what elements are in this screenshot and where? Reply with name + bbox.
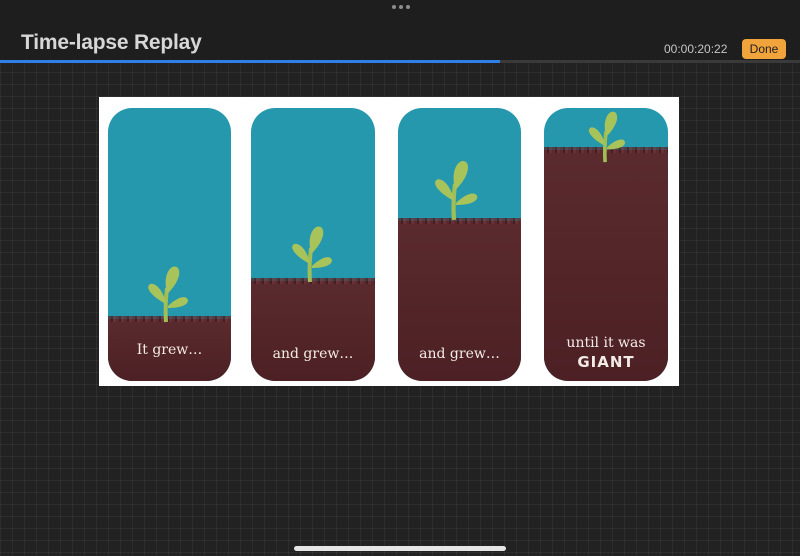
comic-panel-4: until it was GIANT: [544, 108, 668, 381]
sprout-icon: [588, 111, 626, 163]
top-bar: Time-lapse Replay 00:00:20:22 Done: [0, 0, 800, 62]
panel-caption: and grew…: [419, 346, 500, 362]
artwork-canvas: It grew… and grew… and grew… until it wa…: [99, 97, 679, 386]
more-dots-icon[interactable]: [392, 5, 410, 9]
timecode: 00:00:20:22: [664, 42, 728, 56]
page-title: Time-lapse Replay: [21, 31, 202, 54]
comic-panel-2: and grew…: [251, 108, 375, 381]
home-indicator[interactable]: [294, 546, 506, 551]
panel-caption: and grew…: [272, 346, 354, 362]
soil: [251, 281, 375, 381]
panel-caption-giant: GIANT: [577, 353, 635, 371]
sprout-icon: [435, 160, 478, 221]
comic-panel-1: It grew…: [108, 108, 231, 381]
done-button[interactable]: Done: [742, 39, 786, 59]
progress-bar[interactable]: [0, 60, 800, 63]
sprout-icon: [292, 226, 332, 283]
comic-panel-3: and grew…: [398, 108, 521, 381]
panel-caption: until it was: [566, 335, 646, 351]
panel-caption: It grew…: [136, 342, 203, 358]
app-screen: { "header": { "title": "Time-lapse Repla…: [0, 0, 800, 556]
sprout-icon: [148, 266, 188, 323]
progress-fill: [0, 60, 500, 63]
